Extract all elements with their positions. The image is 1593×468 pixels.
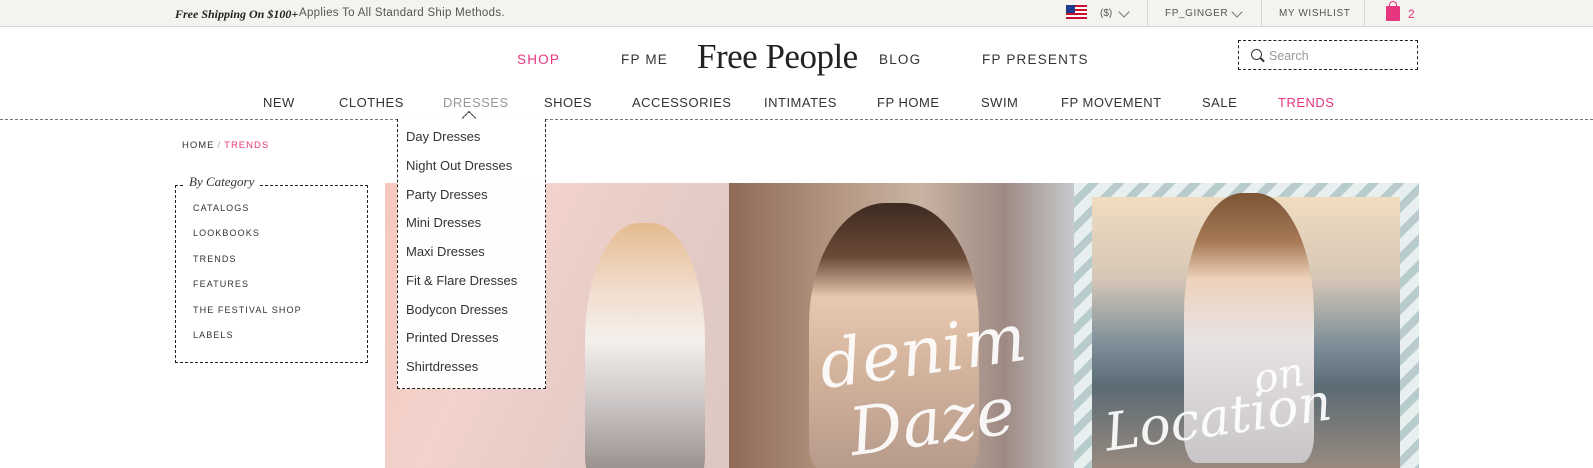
search-field[interactable] (1238, 40, 1418, 70)
nav-blog[interactable]: BLOG (879, 52, 921, 67)
hero-tile-denim-daze[interactable]: denim Daze (729, 183, 1074, 468)
dresses-dropdown-menu: Day Dresses Night Out Dresses Party Dres… (397, 110, 546, 389)
dropdown-item-shirtdresses[interactable]: Shirtdresses (406, 359, 478, 374)
us-flag-icon[interactable] (1066, 5, 1087, 19)
dropdown-item-printed-dresses[interactable]: Printed Dresses (406, 330, 498, 345)
dropdown-item-bodycon-dresses[interactable]: Bodycon Dresses (406, 302, 508, 317)
nav-shop[interactable]: SHOP (517, 52, 560, 67)
search-icon[interactable] (1251, 49, 1262, 60)
dropdown-item-maxi-dresses[interactable]: Maxi Dresses (406, 244, 485, 259)
model-photo (585, 223, 705, 468)
sidebar-item-lookbooks[interactable]: LOOKBOOKS (193, 228, 260, 238)
sidebar-item-labels[interactable]: LABELS (193, 330, 234, 340)
sidebar-item-features[interactable]: FEATURES (193, 279, 249, 289)
nav-new[interactable]: NEW (263, 95, 295, 110)
dropdown-item-party-dresses[interactable]: Party Dresses (406, 187, 488, 202)
dropdown-item-day-dresses[interactable]: Day Dresses (406, 129, 480, 144)
shipping-promo-headline[interactable]: Free Shipping On $100+ (175, 7, 298, 22)
hero-tile-on-location[interactable]: on Location (1074, 183, 1419, 468)
wishlist-link[interactable]: MY WISHLIST (1279, 8, 1350, 19)
search-input[interactable] (1269, 46, 1409, 66)
dropdown-item-fit-flare-dresses[interactable]: Fit & Flare Dresses (406, 273, 517, 288)
nav-fp-me[interactable]: FP ME (621, 52, 668, 67)
breadcrumb-home[interactable]: HOME (182, 140, 215, 151)
nav-shoes[interactable]: SHOES (544, 95, 592, 110)
sidebar-title: By Category (185, 174, 259, 190)
nav-sale[interactable]: SALE (1202, 95, 1237, 110)
sidebar-item-trends[interactable]: TRENDS (193, 254, 237, 264)
nav-clothes[interactable]: CLOTHES (339, 95, 404, 110)
sidebar-item-catalogs[interactable]: CATALOGS (193, 203, 249, 213)
nav-fp-home[interactable]: FP HOME (877, 95, 940, 110)
breadcrumb: HOME / TRENDS (182, 140, 269, 151)
dropdown-pointer (461, 110, 477, 126)
shipping-promo-details: Applies To All Standard Ship Methods. (299, 7, 505, 19)
sidebar-item-festival-shop[interactable]: THE FESTIVAL SHOP (193, 305, 302, 315)
dropdown-item-night-out-dresses[interactable]: Night Out Dresses (406, 158, 512, 173)
utility-bar: Free Shipping On $100+ Applies To All St… (0, 0, 1593, 27)
nav-trends[interactable]: TRENDS (1278, 95, 1334, 110)
account-menu[interactable]: FP_GINGER (1165, 8, 1228, 19)
nav-dresses[interactable]: DRESSES (443, 95, 509, 110)
brand-logo[interactable]: Free People (697, 37, 858, 77)
shopping-bag-icon[interactable] (1386, 1, 1400, 21)
nav-divider (0, 119, 1593, 120)
divider (1364, 0, 1365, 27)
divider (1147, 0, 1148, 27)
nav-swim[interactable]: SWIM (981, 95, 1018, 110)
dropdown-item-mini-dresses[interactable]: Mini Dresses (406, 215, 481, 230)
currency-selector[interactable]: ($) (1100, 8, 1112, 19)
nav-fp-movement[interactable]: FP MOVEMENT (1061, 95, 1162, 110)
bag-count-badge[interactable]: 2 (1408, 7, 1415, 21)
divider (1261, 0, 1262, 27)
chevron-down-icon[interactable] (1118, 6, 1130, 18)
breadcrumb-current: TRENDS (224, 140, 270, 151)
nav-accessories[interactable]: ACCESSORIES (632, 95, 731, 110)
nav-intimates[interactable]: INTIMATES (764, 95, 837, 110)
nav-fp-presents[interactable]: FP PRESENTS (982, 52, 1089, 67)
breadcrumb-separator: / (217, 140, 222, 151)
chevron-down-icon[interactable] (1231, 6, 1243, 18)
